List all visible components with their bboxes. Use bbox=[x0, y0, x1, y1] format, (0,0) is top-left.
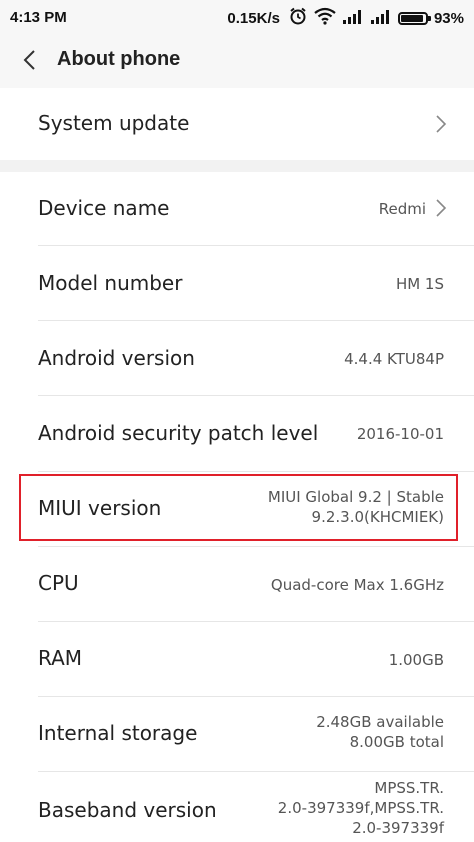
ram-label: RAM bbox=[38, 646, 83, 670]
status-time: 4:13 PM bbox=[10, 9, 67, 26]
model-number-label: Model number bbox=[38, 271, 183, 295]
baseband-version-line3: 2.0-397339f bbox=[352, 819, 444, 837]
chevron-right-icon bbox=[436, 199, 447, 217]
status-bar: 4:13 PM 0.15K/s 93% bbox=[0, 0, 474, 35]
baseband-version-row: Baseband version MPSS.TR. 2.0-397339f,MP… bbox=[0, 772, 474, 842]
device-name-value: Redmi bbox=[378, 200, 426, 218]
status-icons: 0.15K/s 93% bbox=[227, 6, 464, 30]
internal-storage-row[interactable]: Internal storage 2.48GB available 8.00GB… bbox=[0, 697, 474, 771]
android-version-value: 4.4.4 KTU84P bbox=[344, 350, 444, 368]
cpu-row: CPU Quad-core Max 1.6GHz bbox=[0, 547, 474, 621]
miui-version-highlight bbox=[19, 474, 458, 541]
security-patch-value: 2016-10-01 bbox=[356, 425, 444, 443]
baseband-version-label: Baseband version bbox=[38, 798, 217, 822]
chevron-left-icon bbox=[23, 50, 35, 70]
battery-icon bbox=[397, 11, 431, 25]
battery-fill bbox=[400, 14, 424, 22]
device-name-row[interactable]: Device name Redmi bbox=[0, 172, 474, 245]
security-patch-label: Android security patch level bbox=[38, 421, 319, 445]
android-version-row[interactable]: Android version 4.4.4 KTU84P bbox=[0, 321, 474, 395]
security-patch-row: Android security patch level 2016-10-01 bbox=[0, 396, 474, 471]
signal-icon bbox=[342, 8, 364, 28]
app-header: About phone bbox=[0, 35, 474, 87]
system-update-row[interactable]: System update bbox=[0, 88, 474, 160]
wifi-icon bbox=[314, 7, 336, 29]
baseband-version-value: MPSS.TR. 2.0-397339f,MPSS.TR. 2.0-397339… bbox=[278, 778, 444, 838]
model-number-value: HM 1S bbox=[395, 275, 444, 293]
baseband-version-line1: MPSS.TR. bbox=[374, 779, 444, 797]
internal-storage-total: 8.00GB total bbox=[349, 733, 444, 751]
network-speed: 0.15K/s bbox=[227, 9, 280, 27]
signal-icon bbox=[370, 8, 392, 28]
chevron-right-icon bbox=[436, 115, 447, 133]
internal-storage-value: 2.48GB available 8.00GB total bbox=[316, 712, 444, 752]
baseband-version-line2: 2.0-397339f,MPSS.TR. bbox=[277, 799, 444, 817]
device-name-label: Device name bbox=[38, 196, 170, 220]
back-button[interactable] bbox=[12, 43, 46, 77]
system-update-group: System update bbox=[0, 88, 474, 160]
ram-value: 1.00GB bbox=[388, 651, 444, 669]
model-number-row: Model number HM 1S bbox=[0, 246, 474, 320]
ram-row: RAM 1.00GB bbox=[0, 622, 474, 696]
cpu-label: CPU bbox=[38, 571, 79, 595]
cpu-value: Quad-core Max 1.6GHz bbox=[270, 576, 444, 594]
internal-storage-label: Internal storage bbox=[38, 721, 198, 745]
alarm-icon bbox=[288, 6, 308, 30]
page-title: About phone bbox=[57, 48, 181, 70]
android-version-label: Android version bbox=[38, 346, 195, 370]
battery-percent: 93% bbox=[433, 9, 464, 27]
internal-storage-available: 2.48GB available bbox=[316, 713, 444, 731]
system-update-label: System update bbox=[38, 111, 190, 135]
section-gap bbox=[0, 160, 474, 172]
